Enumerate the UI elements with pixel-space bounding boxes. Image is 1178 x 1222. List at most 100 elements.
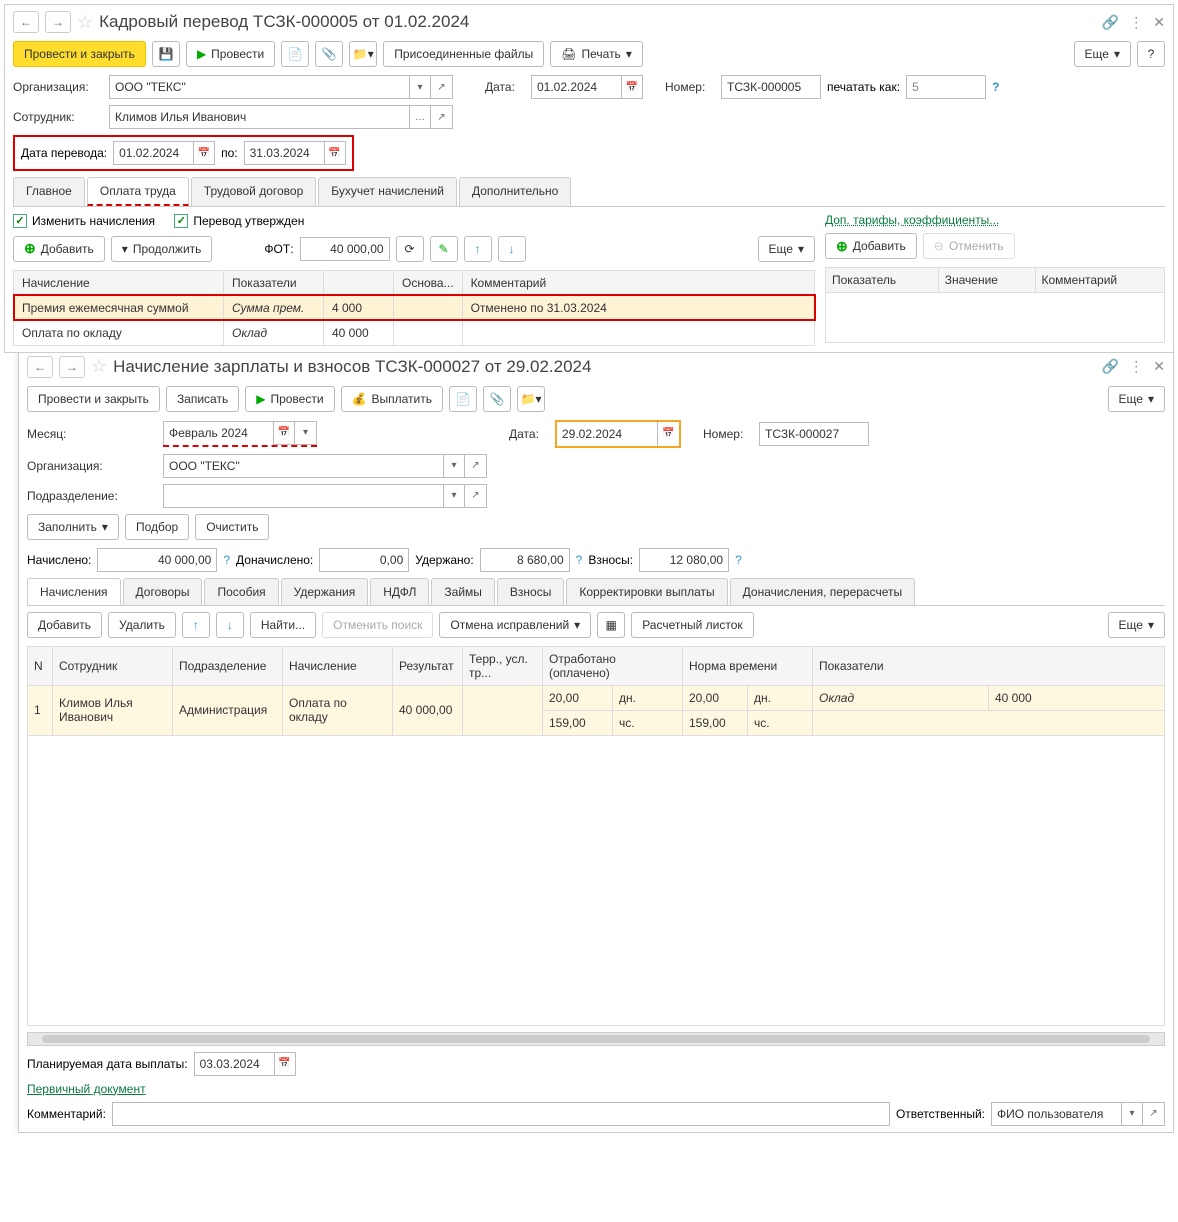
tab-payment[interactable]: Оплата труда [87,177,189,206]
tab-main[interactable]: Главное [13,177,85,206]
cancel-fix-button[interactable]: Отмена исправлений ▾ [439,612,591,638]
print-as-input[interactable] [906,75,986,99]
transfer-from-input[interactable] [113,141,193,165]
open-icon[interactable]: ↗ [465,484,487,508]
transfer-approved-checkbox[interactable]: ✓Перевод утвержден [174,214,304,228]
calendar-icon[interactable]: 📅 [274,1052,296,1076]
star-icon[interactable]: ☆ [91,356,107,377]
extra-input[interactable] [319,548,409,572]
help-icon[interactable]: ? [223,553,230,567]
attached-files-button[interactable]: Присоединенные файлы [383,41,544,67]
transfer-to-input[interactable] [244,141,324,165]
grid-icon[interactable]: ▦ [597,612,625,638]
accrued-input[interactable] [97,548,217,572]
tab-ndfl[interactable]: НДФЛ [370,578,429,605]
folder-icon-button[interactable]: 📁▾ [349,41,377,67]
dropdown-icon[interactable]: ▾ [1121,1102,1143,1126]
tab-accounting[interactable]: Бухучет начислений [318,177,457,206]
date-input-2[interactable] [557,422,657,446]
save-button[interactable]: Записать [166,386,239,412]
doc-icon-button[interactable]: 📄 [281,41,309,67]
tab-contributions[interactable]: Взносы [497,578,564,605]
select-button[interactable]: Подбор [125,514,189,540]
fill-button[interactable]: Заполнить ▾ [27,514,119,540]
more-button[interactable]: Еще ▾ [1074,41,1131,67]
spinner-icon[interactable]: ▾ [295,421,317,445]
horizontal-scrollbar[interactable] [27,1032,1165,1046]
save-icon-button[interactable]: 💾 [152,41,180,67]
date-input[interactable] [531,75,621,99]
post-and-close-button-2[interactable]: Провести и закрыть [27,386,160,412]
dropdown-icon[interactable]: ▾ [443,454,465,478]
open-icon[interactable]: ↗ [1143,1102,1165,1126]
menu-icon[interactable]: ⋮ [1129,14,1143,31]
menu-icon[interactable]: ⋮ [1129,358,1143,375]
find-button[interactable]: Найти... [250,612,316,638]
help-icon[interactable]: ? [576,553,583,567]
number-input[interactable] [721,75,821,99]
grid-delete-button[interactable]: Удалить [108,612,176,638]
employee-input[interactable] [109,105,409,129]
ellipsis-icon[interactable]: … [409,105,431,129]
doc-icon[interactable]: 📄 [449,386,477,412]
back-button[interactable]: ← [13,11,39,33]
table-row[interactable]: Премия ежемесячная суммой Сумма прем. 4 … [14,295,815,320]
accruals-table[interactable]: Начисление Показатели Основа... Коммента… [13,270,815,346]
calendar-icon[interactable]: 📅 [273,421,295,445]
down-icon[interactable]: ↓ [498,236,526,262]
dropdown-icon[interactable]: ▾ [409,75,431,99]
close-icon[interactable]: ✕ [1153,14,1165,31]
post-and-close-button[interactable]: Провести и закрыть [13,41,146,67]
side-table[interactable]: Показатель Значение Комментарий [825,267,1165,343]
tab-accruals[interactable]: Начисления [27,578,121,605]
fot-input[interactable] [300,237,390,261]
side-add-button[interactable]: ⊕Добавить [825,233,917,259]
attach-icon-button[interactable]: 📎 [315,41,343,67]
grid-add-button[interactable]: Добавить [27,612,102,638]
calendar-icon[interactable]: 📅 [193,141,215,165]
more-button-4[interactable]: Еще ▾ [1108,612,1165,638]
calendar-icon[interactable]: 📅 [621,75,643,99]
payroll-grid[interactable]: N Сотрудник Подразделение Начисление Рез… [27,646,1165,1026]
print-button[interactable]: 🖨 Печать ▾ [550,41,643,67]
up-icon[interactable]: ↑ [182,612,210,638]
tab-deductions[interactable]: Удержания [281,578,369,605]
link-icon[interactable]: 🔗 [1102,14,1119,31]
pay-button[interactable]: 💰 Выплатить [341,386,443,412]
org-input-2[interactable] [163,454,443,478]
up-icon[interactable]: ↑ [464,236,492,262]
tab-corrections[interactable]: Корректировки выплаты [566,578,727,605]
calendar-icon[interactable]: 📅 [324,141,346,165]
comment-input[interactable] [112,1102,890,1126]
calendar-icon[interactable]: 📅 [657,422,679,446]
open-icon[interactable]: ↗ [431,75,453,99]
dop-tarify-link[interactable]: Доп. тарифы, коэффициенты... [825,213,1165,227]
attach-icon[interactable]: 📎 [483,386,511,412]
forward-button[interactable]: → [59,356,85,378]
edit-icon[interactable]: ✎ [430,236,458,262]
folder-icon[interactable]: 📁▾ [517,386,545,412]
star-icon[interactable]: ☆ [77,12,93,33]
forward-button[interactable]: → [45,11,71,33]
change-accruals-checkbox[interactable]: ✓Изменить начисления [13,214,155,228]
number-input-2[interactable] [759,422,869,446]
down-icon[interactable]: ↓ [216,612,244,638]
help-icon[interactable]: ? [735,553,742,567]
tab-contract[interactable]: Трудовой договор [191,177,316,206]
tab-additional[interactable]: Дополнительно [459,177,571,206]
add-button[interactable]: ⊕Добавить [13,236,105,262]
help-button[interactable]: ? [1137,41,1165,67]
open-icon[interactable]: ↗ [431,105,453,129]
grid-row[interactable]: 1 Климов Илья Иванович Администрация Опл… [28,685,1165,710]
month-input[interactable] [163,421,273,445]
more-button-3[interactable]: Еще ▾ [1108,386,1165,412]
clear-button[interactable]: Очистить [195,514,269,540]
post-button-2[interactable]: ▶Провести [245,386,334,412]
dropdown-icon[interactable]: ▾ [443,484,465,508]
org-input[interactable] [109,75,409,99]
link-icon[interactable]: 🔗 [1102,358,1119,375]
cancel-search-button[interactable]: Отменить поиск [322,612,433,638]
post-button[interactable]: ▶Провести [186,41,275,67]
table-row[interactable]: Оплата по окладу Оклад 40 000 [14,320,815,345]
tab-loans[interactable]: Займы [431,578,495,605]
